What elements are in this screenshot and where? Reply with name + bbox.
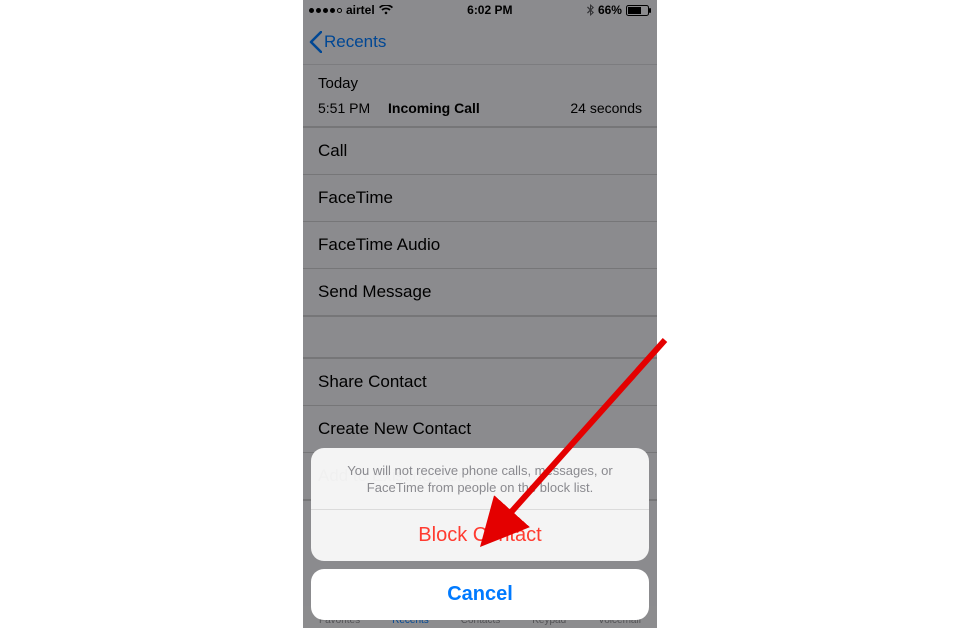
action-share-contact[interactable]: Share Contact — [303, 358, 657, 405]
action-sheet-group: You will not receive phone calls, messag… — [311, 448, 649, 561]
back-label: Recents — [324, 32, 386, 52]
phone-screen: airtel 6:02 PM 66% Recents Today — [303, 0, 657, 628]
action-send-message[interactable]: Send Message — [303, 268, 657, 316]
contact-detail-content: Today 5:51 PM Incoming Call 24 seconds C… — [303, 65, 657, 501]
status-bar: airtel 6:02 PM 66% — [303, 0, 657, 20]
primary-actions-list: Call FaceTime FaceTime Audio Send Messag… — [303, 126, 657, 317]
block-contact-button[interactable]: Block Contact — [311, 509, 649, 561]
action-call[interactable]: Call — [303, 127, 657, 174]
battery-percent: 66% — [598, 3, 622, 17]
call-type: Incoming Call — [388, 100, 570, 116]
carrier-label: airtel — [346, 3, 375, 17]
action-create-new-contact[interactable]: Create New Contact — [303, 405, 657, 452]
nav-bar: Recents — [303, 20, 657, 65]
chevron-left-icon — [309, 31, 322, 53]
wifi-icon — [379, 5, 393, 15]
action-facetime[interactable]: FaceTime — [303, 174, 657, 221]
back-button[interactable]: Recents — [309, 31, 386, 53]
call-log-row: 5:51 PM Incoming Call 24 seconds — [303, 96, 657, 126]
action-sheet: You will not receive phone calls, messag… — [311, 448, 649, 620]
status-right-cluster: 66% — [587, 3, 651, 17]
action-facetime-audio[interactable]: FaceTime Audio — [303, 221, 657, 268]
call-log-day: Today — [303, 65, 657, 96]
action-sheet-message: You will not receive phone calls, messag… — [311, 448, 649, 509]
bluetooth-icon — [587, 4, 594, 16]
cancel-button[interactable]: Cancel — [311, 569, 649, 620]
battery-icon — [626, 5, 651, 16]
status-left-cluster: airtel — [309, 3, 393, 17]
call-duration: 24 seconds — [570, 100, 642, 116]
signal-strength-icon — [309, 8, 342, 13]
action-sheet-cancel-group: Cancel — [311, 569, 649, 620]
call-time: 5:51 PM — [318, 100, 388, 116]
status-time: 6:02 PM — [467, 3, 512, 17]
